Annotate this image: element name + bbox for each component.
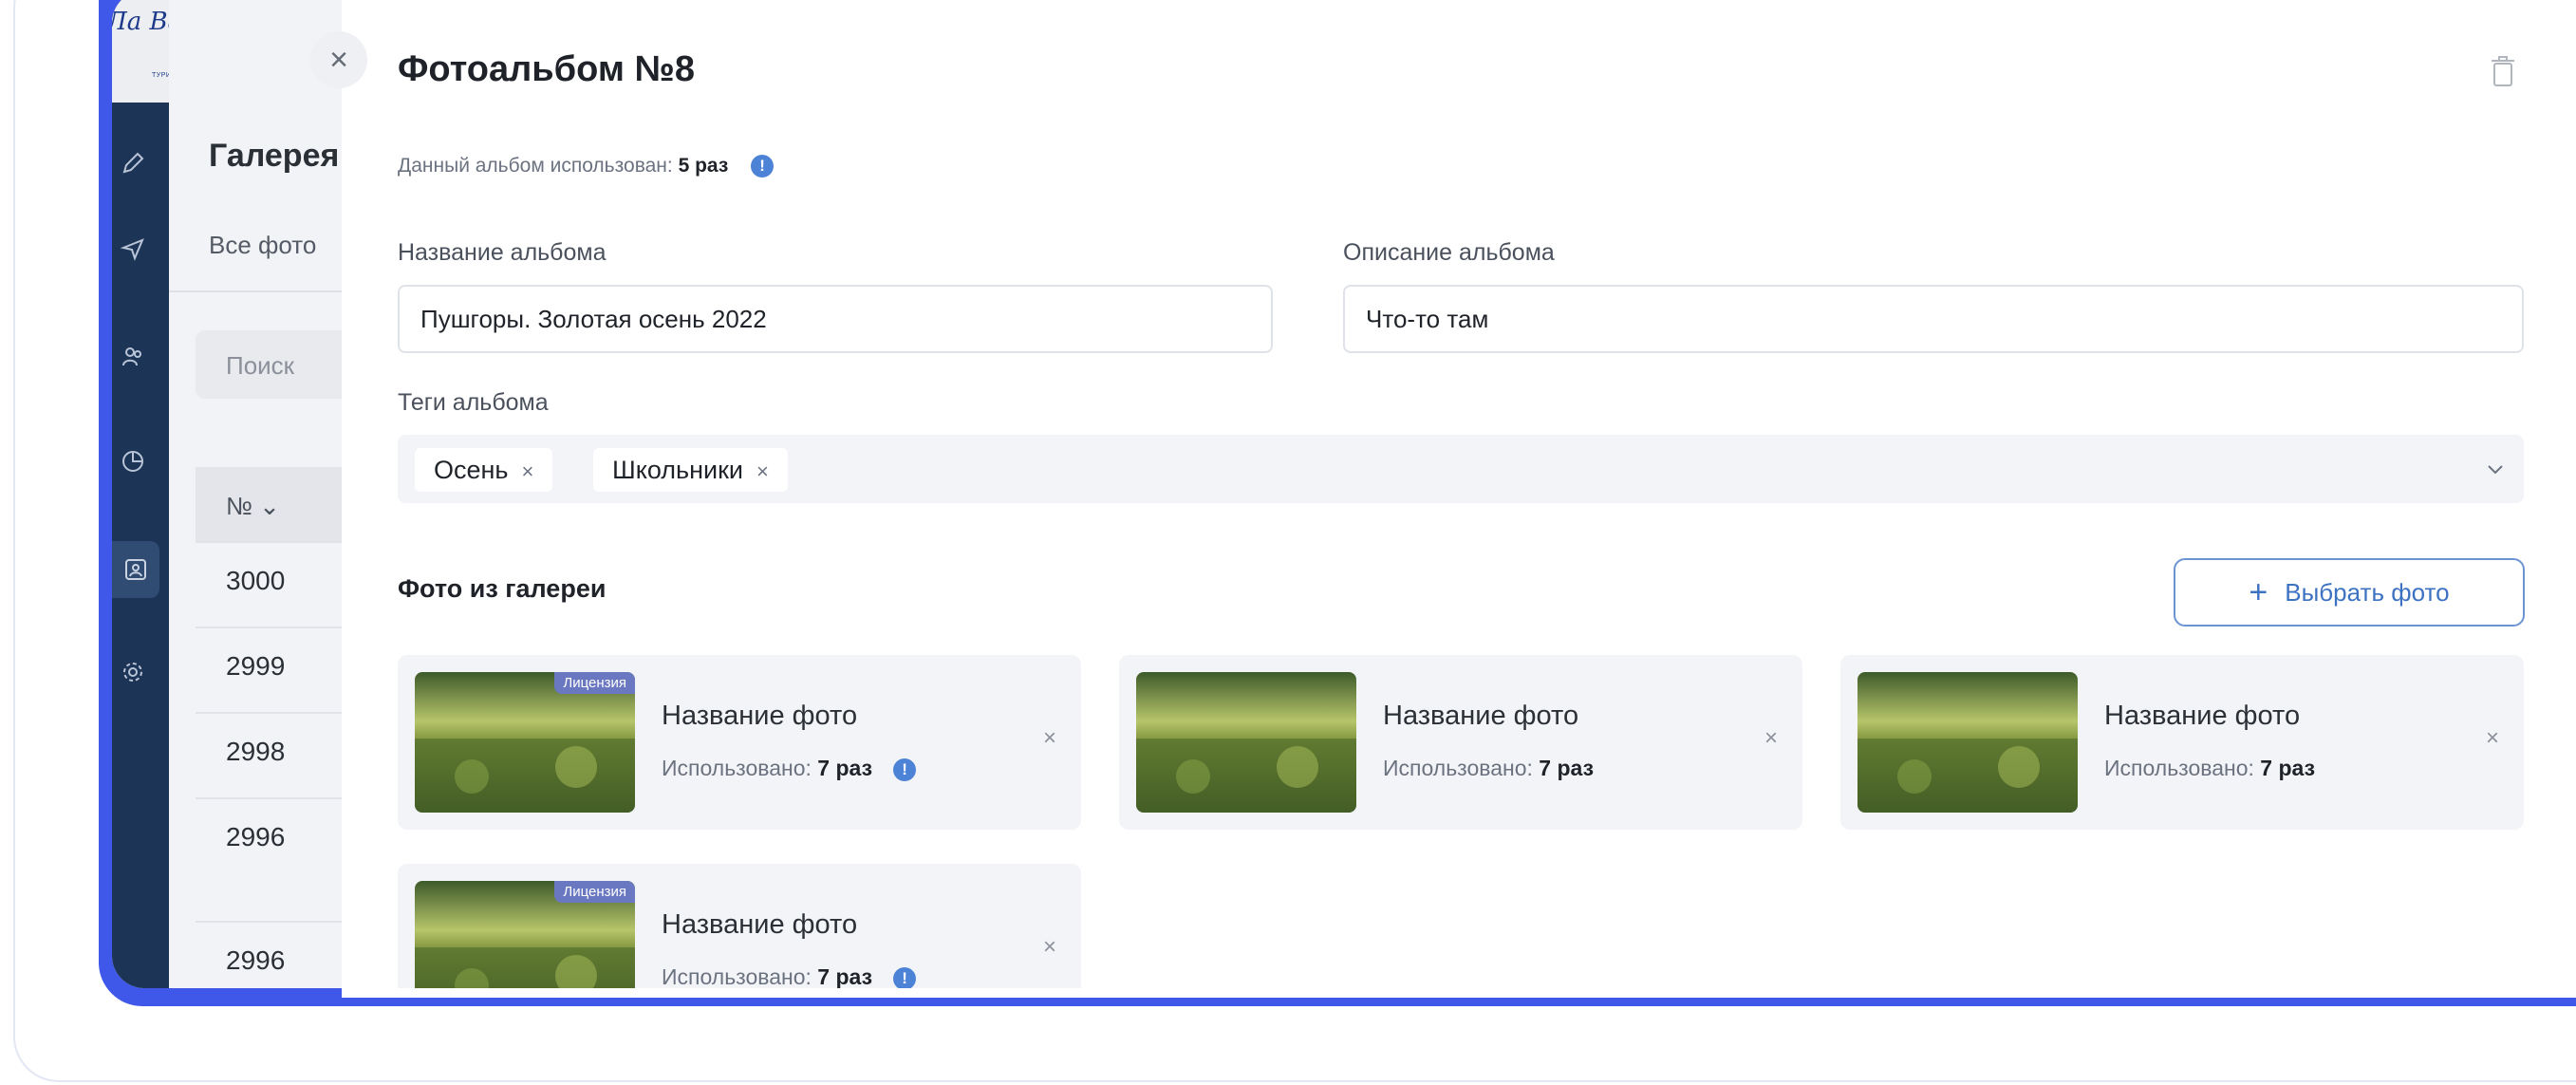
remove-photo-icon[interactable]: × xyxy=(1043,934,1056,961)
photo-card[interactable]: Лицензия Название фото Использовано: 7 р… xyxy=(398,655,1081,830)
sidebar: Ла Вареле ТУРИСТСКАЯ ФИРМА xyxy=(112,0,243,988)
plus-icon: + xyxy=(2249,573,2268,610)
info-icon[interactable]: ! xyxy=(893,758,917,781)
photo-card[interactable]: Лицензия Название фото Использовано: 7 р… xyxy=(398,864,1081,988)
close-button[interactable]: × xyxy=(310,31,367,88)
license-badge: Лицензия xyxy=(554,672,635,694)
search-input[interactable]: Поиск xyxy=(196,330,366,399)
album-name-label: Название альбома xyxy=(398,239,607,266)
tag-label: Осень xyxy=(434,456,509,484)
chevron-down-icon: ⌄ xyxy=(259,492,280,520)
photo-usage-value: 7 раз xyxy=(1539,756,1595,780)
photo-usage: Использовано: 7 раз xyxy=(1383,756,1594,781)
album-tags-select[interactable]: Осень × Школьники × xyxy=(398,435,2524,503)
page-title: Галерея xyxy=(209,138,340,174)
photo-usage-label: Использовано: xyxy=(1383,756,1533,780)
photo-card-clip: Лицензия Название фото Использовано: 7 р… xyxy=(398,864,1081,988)
tag-chip: Школьники × xyxy=(593,448,788,492)
remove-photo-icon[interactable]: × xyxy=(1043,725,1056,752)
photo-name: Название фото xyxy=(662,909,858,940)
photo-thumbnail: Лицензия xyxy=(415,881,635,988)
plane-icon[interactable] xyxy=(112,228,154,270)
photo-usage-value: 7 раз xyxy=(817,964,873,988)
photo-thumbnail xyxy=(1857,672,2078,813)
album-description-label: Описание альбома xyxy=(1343,239,1555,266)
photo-usage-value: 7 раз xyxy=(2260,756,2316,780)
photo-usage: Использовано: 7 раз! xyxy=(662,964,917,988)
album-name-input[interactable]: Пушгоры. Золотая осень 2022 xyxy=(398,285,1273,353)
photo-usage-label: Использовано: xyxy=(2104,756,2254,780)
photo-thumbnail xyxy=(1136,672,1356,813)
info-icon[interactable]: ! xyxy=(893,966,917,988)
photo-usage: Использовано: 7 раз xyxy=(2104,756,2315,781)
modal-title: Фотоальбом №8 xyxy=(398,49,695,89)
remove-tag-icon[interactable]: × xyxy=(756,459,769,483)
tag-chip: Осень × xyxy=(415,448,553,492)
photo-name: Название фото xyxy=(662,701,858,731)
chevron-down-icon[interactable] xyxy=(2472,446,2519,494)
tag-label: Школьники xyxy=(612,456,743,484)
info-icon[interactable]: ! xyxy=(751,155,775,178)
gallery-section-title: Фото из галереи xyxy=(398,574,607,603)
column-header-label: № xyxy=(226,492,252,520)
choose-photo-label: Выбрать фото xyxy=(2285,577,2450,607)
gallery-icon[interactable] xyxy=(112,541,159,598)
remove-photo-icon[interactable]: × xyxy=(1764,725,1778,752)
album-usage-value: 5 раз xyxy=(678,155,729,177)
album-usage: Данный альбом использован: 5 раз ! xyxy=(398,155,775,178)
photo-card[interactable]: Название фото Использовано: 7 раз × xyxy=(1840,655,2524,830)
photo-usage-label: Использовано: xyxy=(662,756,812,780)
choose-photo-button[interactable]: + Выбрать фото xyxy=(2174,558,2525,627)
remove-tag-icon[interactable]: × xyxy=(522,459,534,483)
chart-icon[interactable] xyxy=(112,440,154,482)
photo-usage-value: 7 раз xyxy=(817,756,873,780)
album-description-input[interactable]: Что-то там xyxy=(1343,285,2524,353)
album-tags-label: Теги альбома xyxy=(398,389,549,416)
photo-name: Название фото xyxy=(1383,701,1579,731)
photo-thumbnail: Лицензия xyxy=(415,672,635,813)
photo-usage-label: Использовано: xyxy=(662,964,812,988)
users-icon[interactable] xyxy=(112,336,154,378)
photo-card[interactable]: Название фото Использовано: 7 раз × xyxy=(1119,655,1802,830)
close-icon: × xyxy=(329,41,348,78)
tab-all-photos[interactable]: Все фото xyxy=(209,231,316,260)
settings-icon[interactable] xyxy=(112,651,154,693)
trash-icon[interactable] xyxy=(2491,55,2515,87)
photo-name: Название фото xyxy=(2104,701,2301,731)
album-usage-label: Данный альбом использован: xyxy=(398,155,673,177)
license-badge: Лицензия xyxy=(554,881,635,903)
remove-photo-icon[interactable]: × xyxy=(2486,725,2499,752)
photo-usage: Использовано: 7 раз! xyxy=(662,756,917,781)
logo: Ла Вареле ТУРИСТСКАЯ ФИРМА xyxy=(112,0,243,103)
edit-icon[interactable] xyxy=(112,142,154,184)
